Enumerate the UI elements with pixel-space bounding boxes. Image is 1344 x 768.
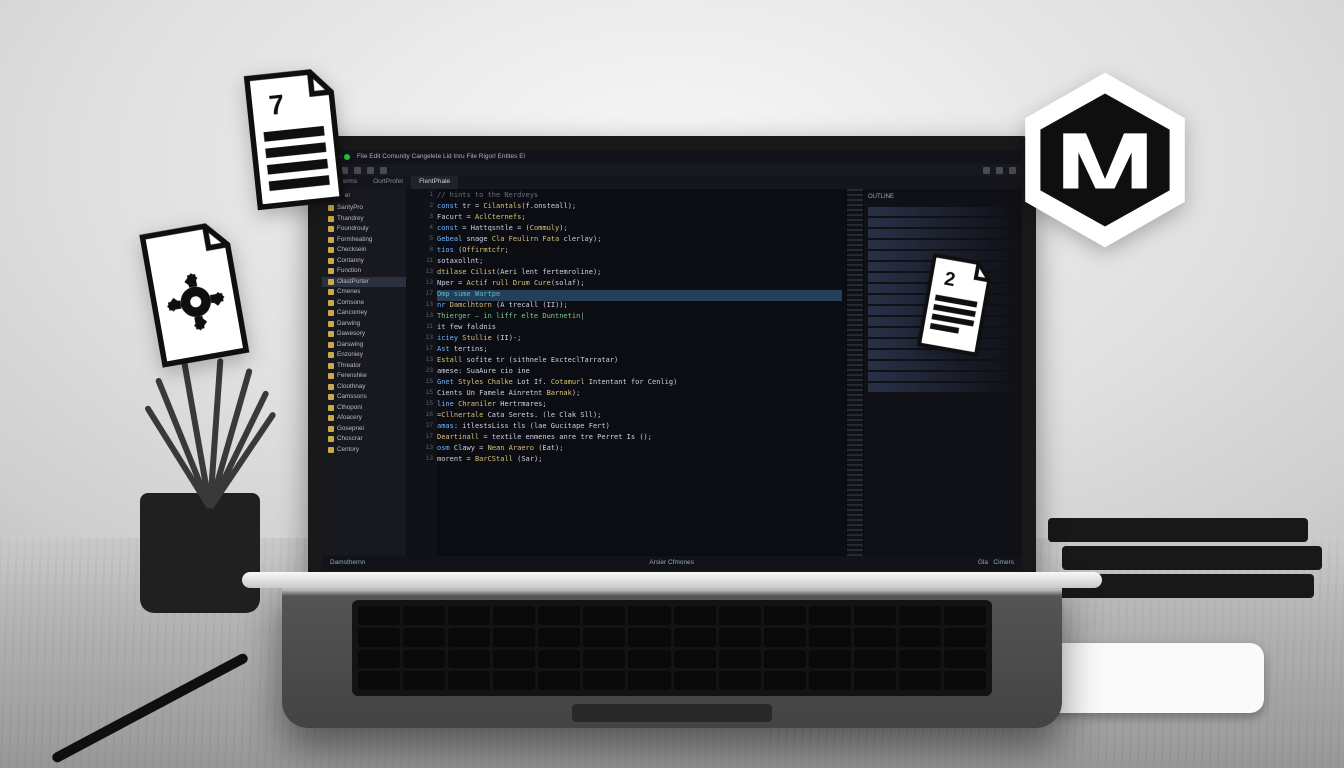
document-icon: 7 (233, 65, 358, 221)
outline-row[interactable] (868, 372, 1018, 381)
tab[interactable]: OurtProfet (365, 176, 411, 189)
explorer-item[interactable]: Dawesory (322, 329, 406, 340)
outline-row[interactable] (868, 218, 1018, 227)
explorer-item[interactable]: Afoacery (322, 413, 406, 424)
outline-panel[interactable]: OUTLINE (863, 189, 1022, 556)
outline-row[interactable] (868, 229, 1018, 238)
toolbar-icon[interactable] (996, 167, 1003, 174)
laptop-base (282, 578, 1062, 728)
explorer-item[interactable]: Gosepnei (322, 424, 406, 435)
status-bar[interactable]: Damsthernn Arsier Cfmones Gla Cimers (322, 556, 1022, 570)
explorer-item[interactable]: Checksein (322, 245, 406, 256)
explorer-item[interactable]: Threator (322, 361, 406, 372)
explorer-item[interactable]: Cancomey (322, 308, 406, 319)
explorer-item[interactable]: Thandrey (322, 214, 406, 225)
toolbar-icon[interactable] (367, 167, 374, 174)
explorer-item[interactable]: Camssons (322, 392, 406, 403)
tab[interactable]: FlentPhale (411, 176, 458, 189)
menu-items[interactable]: File Edit Comunity Cangelete Lid Inru Fi… (357, 153, 525, 162)
explorer-item[interactable]: Function (322, 266, 406, 277)
status-left: Damsthernn (330, 559, 365, 568)
keyboard (352, 600, 992, 696)
menubar[interactable]: File Edit Comunity Cangelete Lid Inru Fi… (322, 150, 1022, 164)
minimap[interactable] (846, 189, 863, 556)
plant-pot (140, 493, 260, 613)
explorer-item[interactable]: Centory (322, 445, 406, 456)
explorer-item[interactable]: Enzoniey (322, 350, 406, 361)
outline-row[interactable] (868, 361, 1018, 370)
laptop-screen-frame: File Edit Comunity Cangelete Lid Inru Fi… (308, 136, 1036, 578)
explorer-item[interactable]: Foundrouly (322, 224, 406, 235)
explorer-item[interactable]: Cloothnay (322, 382, 406, 393)
outline-row[interactable] (868, 207, 1018, 216)
trackpad (572, 704, 772, 722)
explorer-item[interactable]: Ferenshke (322, 371, 406, 382)
svg-text:7: 7 (267, 89, 285, 121)
explorer-item[interactable]: Choscrar (322, 434, 406, 445)
ide-body: Explorer SantyProThandreyFoundroulyFormh… (322, 189, 1022, 556)
status-right: Gla Cimers (978, 559, 1014, 568)
explorer-item[interactable]: OlastPorter (322, 277, 406, 288)
ide-screen: File Edit Comunity Cangelete Lid Inru Fi… (322, 150, 1022, 570)
explorer-item[interactable]: Darswing (322, 340, 406, 351)
explorer-item[interactable]: Contanny (322, 256, 406, 267)
status-center: Arsier Cfmones (649, 559, 694, 568)
explorer-item[interactable]: Formheating (322, 235, 406, 246)
laptop: File Edit Comunity Cangelete Lid Inru Fi… (282, 136, 1062, 728)
toolbar[interactable] (322, 164, 1022, 176)
toolbar-icon[interactable] (380, 167, 387, 174)
scene: File Edit Comunity Cangelete Lid Inru Fi… (0, 0, 1344, 768)
outline-row[interactable] (868, 383, 1018, 392)
code-content[interactable]: // hints to the Nerdveysconst tr = Cilan… (433, 189, 846, 556)
toolbar-icon[interactable] (354, 167, 361, 174)
tabstrip[interactable]: OurtermsOurtProfetFlentPhale (322, 176, 1022, 189)
file-explorer[interactable]: Explorer SantyProThandreyFoundroulyFormh… (322, 189, 407, 556)
explorer-item[interactable]: Comsone (322, 298, 406, 309)
outline-title: OUTLINE (868, 193, 1018, 201)
explorer-item[interactable]: Cthoponi (322, 403, 406, 414)
explorer-item[interactable]: Darwing (322, 319, 406, 330)
hexagon-m-logo-icon (1010, 60, 1200, 265)
toolbar-icon[interactable] (983, 167, 990, 174)
outline-row[interactable] (868, 240, 1018, 249)
code-editor[interactable]: 1234581113131713131113171323151515162717… (407, 189, 846, 556)
explorer-item[interactable]: Cmenes (322, 287, 406, 298)
